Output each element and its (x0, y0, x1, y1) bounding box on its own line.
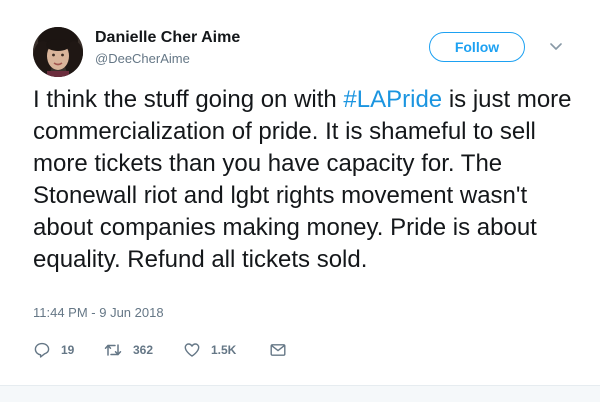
avatar-photo (33, 27, 83, 77)
tweet-text-part: is just more commercialization of pride.… (33, 86, 572, 273)
hashtag-link[interactable]: #LAPride (343, 86, 442, 113)
avatar[interactable] (33, 27, 83, 77)
retweet-count: 362 (133, 343, 154, 357)
reply-icon (34, 342, 50, 358)
footer-divider (0, 385, 600, 402)
retweet-button[interactable]: 362 (104, 341, 184, 359)
tweet-text: I think the stuff going on with #LAPride… (33, 84, 573, 276)
follow-button[interactable]: Follow (429, 32, 525, 62)
author-handle[interactable]: @DeeCherAime (95, 51, 190, 66)
reply-button[interactable]: 19 (34, 341, 104, 359)
like-count: 1.5K (211, 343, 237, 357)
direct-message-button[interactable] (270, 341, 290, 359)
author-name[interactable]: Danielle Cher Aime (95, 29, 240, 47)
reply-count: 19 (61, 343, 75, 357)
heart-icon (184, 343, 200, 357)
tweet-text-part: I think the stuff going on with (33, 86, 344, 113)
envelope-icon (270, 344, 286, 356)
caret-down-icon[interactable] (549, 40, 563, 54)
timestamp[interactable]: 11:44 PM - 9 Jun 2018 (33, 305, 164, 320)
like-button[interactable]: 1.5K (184, 341, 270, 359)
tweet-card: Danielle Cher Aime @DeeCherAime Follow I… (0, 0, 600, 385)
tweet-actions: 19 362 1.5K (34, 341, 290, 359)
retweet-icon (104, 344, 122, 356)
